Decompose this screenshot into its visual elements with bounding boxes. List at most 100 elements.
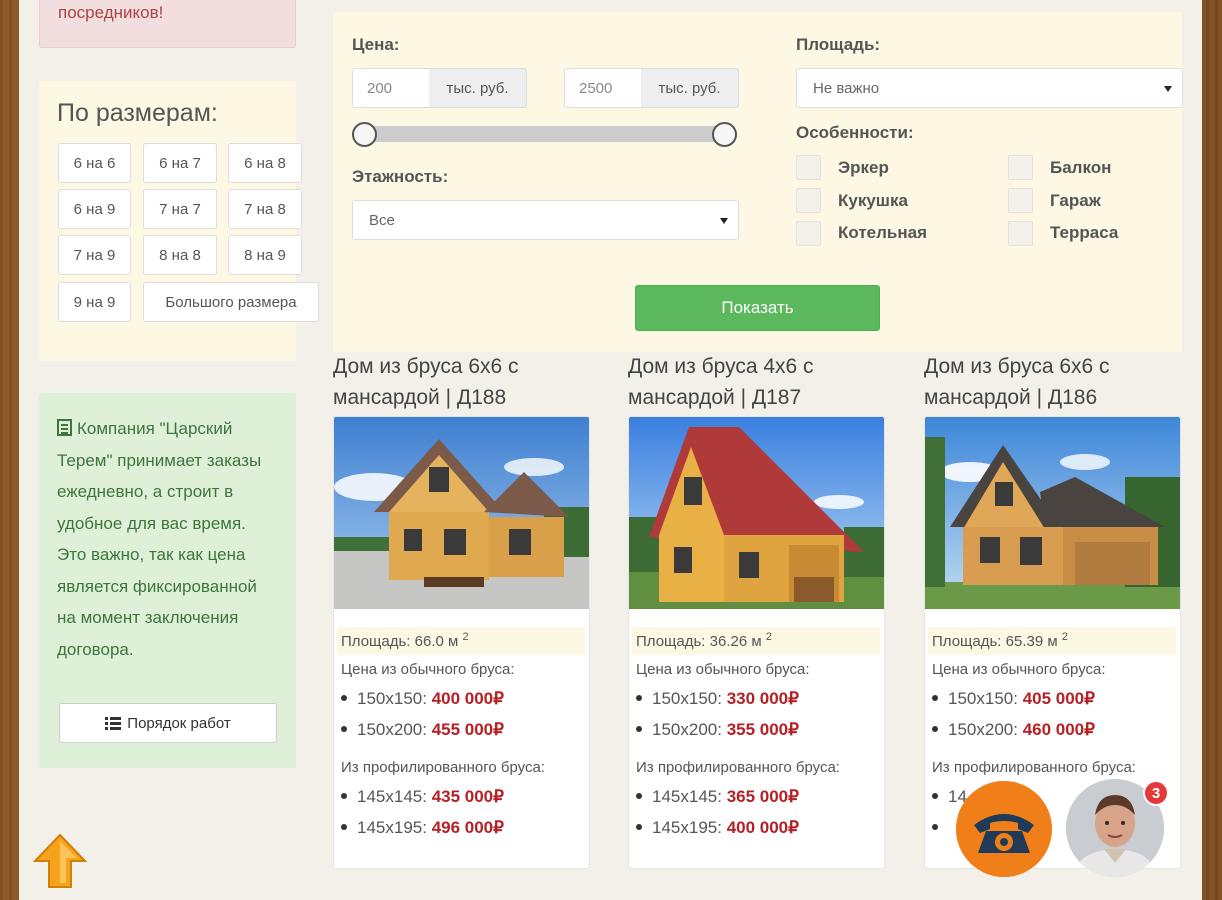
product-card-d188[interactable]: Площадь: 66.0 м 2 Цена из обычного бруса… — [333, 416, 590, 869]
bullet — [932, 824, 938, 830]
price-value: 455 000₽ — [431, 720, 504, 739]
house-photo-d186[interactable] — [925, 417, 1181, 609]
size-button-7x8[interactable]: 7 на 8 — [228, 189, 302, 229]
price-max-unit: тыс. руб. — [641, 68, 739, 108]
profiled-timber-label: Из профилированного бруса: — [636, 759, 840, 776]
price-min-unit: тыс. руб. — [429, 68, 527, 108]
size-button-7x7[interactable]: 7 на 7 — [143, 189, 217, 229]
price-value: 405 000₽ — [1022, 689, 1095, 708]
warning-alert: посредников! — [39, 0, 296, 48]
price-value: 365 000₽ — [726, 787, 799, 806]
bullet — [636, 695, 642, 701]
feature-checkbox-kukushka[interactable] — [796, 188, 821, 213]
feature-checkbox-terrace[interactable] — [1008, 221, 1033, 246]
feature-label-balcony: Балкон — [1050, 158, 1112, 177]
price-value: 435 000₽ — [431, 787, 504, 806]
price-min-input[interactable] — [352, 68, 430, 108]
price-value: 400 000₽ — [431, 689, 504, 708]
price-row: 145x145: 365 000₽ — [636, 787, 799, 807]
size-button-9x9[interactable]: 9 на 9 — [58, 282, 131, 322]
product-card-d187[interactable]: Площадь: 36.26 м 2 Цена из обычного брус… — [628, 416, 885, 869]
area-value: Площадь: 65.39 м — [932, 633, 1058, 650]
feature-label-boiler: Котельная — [838, 223, 928, 242]
product-area-d187: Площадь: 36.26 м 2 — [632, 627, 880, 655]
feature-checkbox-erker[interactable] — [796, 155, 821, 180]
company-info-panel: Компания "Царский Терем" принимает заказ… — [39, 393, 296, 768]
price-size: 150x200: — [357, 720, 427, 739]
floors-select[interactable]: Все — [352, 200, 739, 240]
area-value: Площадь: 36.26 м — [636, 633, 762, 650]
price-slider-track[interactable] — [363, 126, 725, 142]
profiled-timber-label: Из профилированного бруса: — [932, 759, 1136, 776]
price-row: 150x150: 330 000₽ — [636, 689, 799, 709]
size-button-8x9[interactable]: 8 на 9 — [228, 235, 302, 275]
size-button-large[interactable]: Большого размера — [143, 282, 319, 322]
price-value: 496 000₽ — [431, 818, 504, 837]
price-size: 150x150: — [652, 689, 722, 708]
area-unit-sup: 2 — [765, 631, 772, 643]
price-size: 145x145: — [652, 787, 722, 806]
price-size: 145x145: — [357, 787, 427, 806]
price-row: 150x150: 400 000₽ — [341, 689, 504, 709]
feature-label-erker: Эркер — [838, 158, 889, 177]
size-button-6x6[interactable]: 6 на 6 — [58, 143, 131, 183]
notification-badge: 3 — [1143, 780, 1169, 806]
work-order-button[interactable]: Порядок работ — [59, 703, 277, 743]
feature-label-kukushka: Кукушка — [838, 191, 908, 210]
price-row: 150x150: 405 000₽ — [932, 689, 1095, 709]
size-button-6x9[interactable]: 6 на 9 — [58, 189, 131, 229]
feature-checkbox-balcony[interactable] — [1008, 155, 1033, 180]
price-row — [932, 818, 948, 838]
work-order-label: Порядок работ — [127, 714, 231, 732]
regular-timber-label: Цена из обычного бруса: — [636, 661, 810, 678]
price-label: Цена: — [352, 35, 400, 54]
price-row: 150x200: 455 000₽ — [341, 720, 504, 740]
price-row: 150x200: 355 000₽ — [636, 720, 799, 740]
company-info-paragraph: Компания "Царский Терем" принимает заказ… — [57, 419, 262, 659]
size-button-6x8[interactable]: 6 на 8 — [228, 143, 302, 183]
price-value: 460 000₽ — [1022, 720, 1095, 739]
price-size: 145x195: — [357, 818, 427, 837]
bullet — [341, 793, 347, 799]
house-photo-d187[interactable] — [629, 417, 885, 609]
page: посредников! По размерам: 6 на 6 6 на 7 … — [19, 0, 1202, 900]
floors-label: Этажность: — [352, 167, 449, 186]
product-area-d186: Площадь: 65.39 м 2 — [928, 627, 1176, 655]
size-button-6x7[interactable]: 6 на 7 — [143, 143, 217, 183]
product-title-d186[interactable]: Дом из бруса 6х6 с мансардой | Д186 — [924, 351, 1194, 413]
bullet — [932, 726, 938, 732]
features-label: Особенности: — [796, 123, 914, 142]
area-select[interactable]: Не важно — [796, 68, 1183, 108]
floors-select-value: Все — [369, 211, 395, 229]
filter-panel: Цена: тыс. руб. тыс. руб. Этажность: Все… — [333, 12, 1183, 352]
price-size: 150x200: — [948, 720, 1018, 739]
document-icon — [57, 419, 72, 436]
price-size: 145x195: — [652, 818, 722, 837]
house-photo-d188[interactable] — [334, 417, 590, 609]
price-slider-max-handle[interactable] — [712, 122, 737, 147]
product-title-d187[interactable]: Дом из бруса 4х6 с мансардой | Д187 — [628, 351, 898, 413]
phone-call-icon[interactable] — [956, 781, 1052, 877]
area-label: Площадь: — [796, 35, 881, 54]
area-value: Площадь: 66.0 м — [341, 633, 459, 650]
bullet — [932, 793, 938, 799]
price-row: 145x195: 400 000₽ — [636, 818, 799, 838]
feature-checkbox-boiler[interactable] — [796, 221, 821, 246]
show-results-button[interactable]: Показать — [635, 285, 880, 331]
price-max-input[interactable] — [564, 68, 642, 108]
feature-checkbox-garage[interactable] — [1008, 188, 1033, 213]
product-title-d188[interactable]: Дом из бруса 6х6 с мансардой | Д188 — [333, 351, 603, 413]
profiled-timber-label: Из профилированного бруса: — [341, 759, 545, 776]
bullet — [341, 824, 347, 830]
price-slider-min-handle[interactable] — [352, 122, 377, 147]
price-size: 150x200: — [652, 720, 722, 739]
area-unit-sup: 2 — [462, 631, 469, 643]
price-size: 150x150: — [948, 689, 1018, 708]
price-value: 330 000₽ — [726, 689, 799, 708]
size-button-8x8[interactable]: 8 на 8 — [143, 235, 217, 275]
area-select-value: Не важно — [813, 79, 880, 97]
size-button-7x9[interactable]: 7 на 9 — [58, 235, 131, 275]
feature-label-garage: Гараж — [1050, 191, 1101, 210]
product-area-d188: Площадь: 66.0 м 2 — [337, 627, 585, 655]
scroll-up-arrow-icon[interactable] — [33, 833, 87, 889]
